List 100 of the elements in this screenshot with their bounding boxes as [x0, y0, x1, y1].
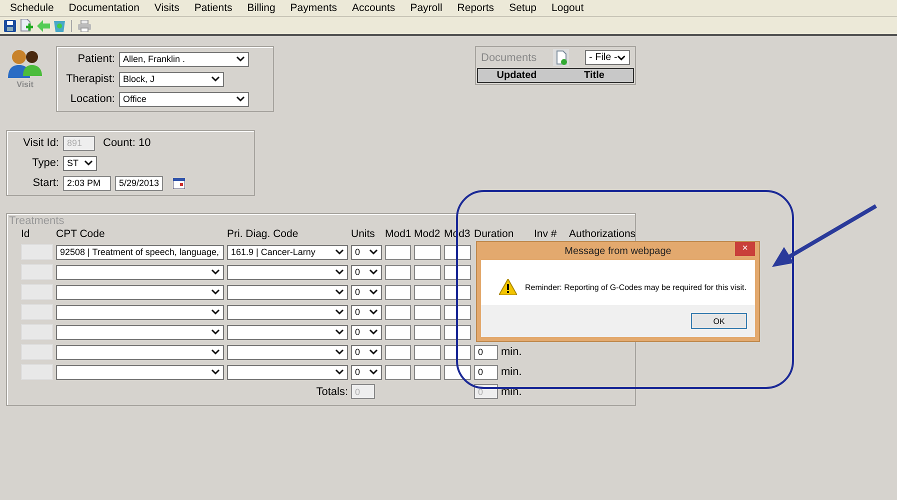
diagnosis-dropdown[interactable] — [227, 284, 348, 300]
units-dropdown[interactable]: 0 — [351, 344, 382, 360]
unit-text: min. — [501, 386, 522, 398]
modifier-field[interactable] — [444, 304, 471, 320]
dropdown-field[interactable]: Office — [119, 92, 249, 106]
modifier-field[interactable] — [444, 264, 471, 280]
modifier-field[interactable] — [414, 284, 441, 300]
dialog-message: Reminder: Reporting of G-Codes may be required for this visit. — [525, 282, 746, 292]
add-document-icon[interactable] — [20, 19, 33, 32]
menu-item[interactable]: Documentation — [68, 2, 140, 14]
diagnosis-dropdown[interactable]: 161.9 | Cancer-Larny — [227, 244, 348, 260]
close-button[interactable]: × — [735, 242, 755, 256]
column-header: Mod2 — [414, 228, 441, 240]
file-dropdown[interactable]: - File - — [584, 50, 630, 65]
diagnosis-dropdown[interactable] — [227, 264, 348, 280]
dialog-title: Message from webpage — [564, 246, 672, 256]
unit-text: min. — [501, 366, 522, 378]
diagnosis-dropdown[interactable] — [227, 344, 348, 360]
menu-item[interactable]: Schedule — [10, 2, 54, 14]
column-header: Pri. Diag. Code — [227, 228, 300, 240]
modifier-field[interactable] — [444, 244, 471, 260]
duration-field[interactable]: 0 — [474, 344, 498, 360]
modifier-field[interactable] — [414, 244, 441, 260]
modifier-field[interactable] — [385, 264, 411, 280]
units-dropdown[interactable]: 0 — [351, 244, 382, 260]
dropdown-field[interactable]: Block, J — [119, 72, 224, 86]
diagnosis-dropdown[interactable] — [227, 304, 348, 320]
menu-item[interactable]: Billing — [247, 2, 276, 14]
units-dropdown[interactable]: 0 — [351, 264, 382, 280]
modifier-field[interactable] — [414, 344, 441, 360]
calendar-icon[interactable] — [173, 178, 185, 188]
menu-item[interactable]: Accounts — [352, 2, 396, 14]
printer-icon[interactable] — [78, 20, 91, 32]
totals-label: Totals: — [316, 386, 348, 398]
modifier-field[interactable] — [414, 364, 441, 380]
cpt-dropdown[interactable]: 92508 | Treatment of speech, language, — [56, 244, 224, 260]
date-field[interactable]: 5/29/2013 — [115, 176, 163, 190]
id-field — [21, 264, 53, 280]
menu-item[interactable]: Logout — [552, 2, 584, 14]
units-dropdown[interactable]: 0 — [351, 324, 382, 340]
time-field[interactable]: 2:03 PM — [63, 176, 111, 190]
modifier-field[interactable] — [385, 324, 411, 340]
modifier-field[interactable] — [414, 264, 441, 280]
unit-text: min. — [501, 346, 522, 358]
field-label: Patient: — [76, 53, 115, 65]
modifier-field[interactable] — [414, 304, 441, 320]
type-dropdown[interactable]: ST — [63, 156, 97, 170]
field-label: Start: — [32, 177, 59, 189]
column-header: Duration — [474, 228, 515, 240]
modifier-field[interactable] — [444, 344, 471, 360]
menu-item[interactable]: Reports — [457, 2, 494, 14]
warning-icon — [499, 279, 517, 295]
modifier-field[interactable] — [444, 364, 471, 380]
modifier-field[interactable] — [414, 324, 441, 340]
units-dropdown[interactable]: 0 — [351, 364, 382, 380]
id-field — [21, 304, 53, 320]
save-icon[interactable] — [4, 20, 16, 32]
ok-button[interactable]: OK — [691, 313, 747, 329]
column-header: CPT Code — [56, 228, 106, 240]
modifier-field[interactable] — [444, 284, 471, 300]
modifier-field[interactable] — [385, 304, 411, 320]
add-file-icon[interactable] — [552, 49, 569, 66]
id-field — [21, 344, 53, 360]
total-units-field: 0 — [351, 384, 375, 399]
modifier-field[interactable] — [385, 364, 411, 380]
modifier-field[interactable] — [444, 324, 471, 340]
id-field — [21, 244, 53, 260]
cpt-dropdown[interactable] — [56, 364, 224, 380]
duration-field[interactable]: 0 — [474, 364, 498, 380]
diagnosis-dropdown[interactable] — [227, 364, 348, 380]
menu-item[interactable]: Payroll — [410, 2, 442, 14]
modifier-field[interactable] — [385, 244, 411, 260]
column-header: Updated — [496, 70, 538, 81]
id-field — [21, 324, 53, 340]
menu-item[interactable]: Setup — [509, 2, 537, 14]
cpt-dropdown[interactable] — [56, 304, 224, 320]
column-header: Authorizations — [569, 228, 637, 240]
modifier-field[interactable] — [385, 284, 411, 300]
menu-item[interactable]: Patients — [194, 2, 232, 14]
menu-item[interactable]: Visits — [154, 2, 180, 14]
cpt-dropdown[interactable] — [56, 264, 224, 280]
id-field — [21, 284, 53, 300]
cpt-dropdown[interactable] — [56, 344, 224, 360]
menu-item[interactable]: Payments — [290, 2, 337, 14]
units-dropdown[interactable]: 0 — [351, 284, 382, 300]
column-header: Id — [21, 228, 31, 240]
field-label: Type: — [31, 157, 59, 169]
people-icon[interactable] — [7, 48, 43, 80]
section-title: Treatments — [9, 215, 64, 227]
modifier-field[interactable] — [385, 344, 411, 360]
diagnosis-dropdown[interactable] — [227, 324, 348, 340]
count-text: Count: 10 — [103, 137, 152, 149]
field-label: Visit Id: — [22, 137, 59, 149]
units-dropdown[interactable]: 0 — [351, 304, 382, 320]
bin-icon[interactable] — [54, 19, 65, 32]
column-header: Inv # — [534, 228, 558, 240]
cpt-dropdown[interactable] — [56, 324, 224, 340]
column-header: Mod1 — [385, 228, 411, 240]
dropdown-field[interactable]: Allen, Franklin . — [119, 52, 249, 66]
cpt-dropdown[interactable] — [56, 284, 224, 300]
